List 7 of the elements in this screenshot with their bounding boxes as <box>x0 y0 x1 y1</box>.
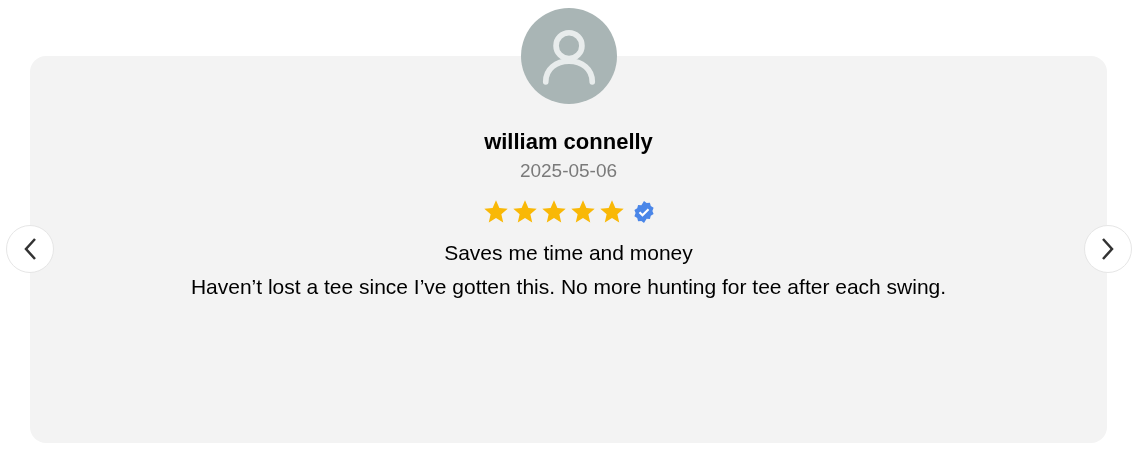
review-date: 2025-05-06 <box>519 159 618 183</box>
reviewer-name: william connelly <box>484 128 653 156</box>
previous-button[interactable] <box>6 225 54 273</box>
review-title: Saves me time and money <box>444 240 693 266</box>
review-text: Haven’t lost a tee since I’ve gotten this. No more hunting for tee after each swing. <box>190 274 947 300</box>
chevron-right-icon <box>1101 237 1115 261</box>
chevron-left-icon <box>23 237 37 261</box>
